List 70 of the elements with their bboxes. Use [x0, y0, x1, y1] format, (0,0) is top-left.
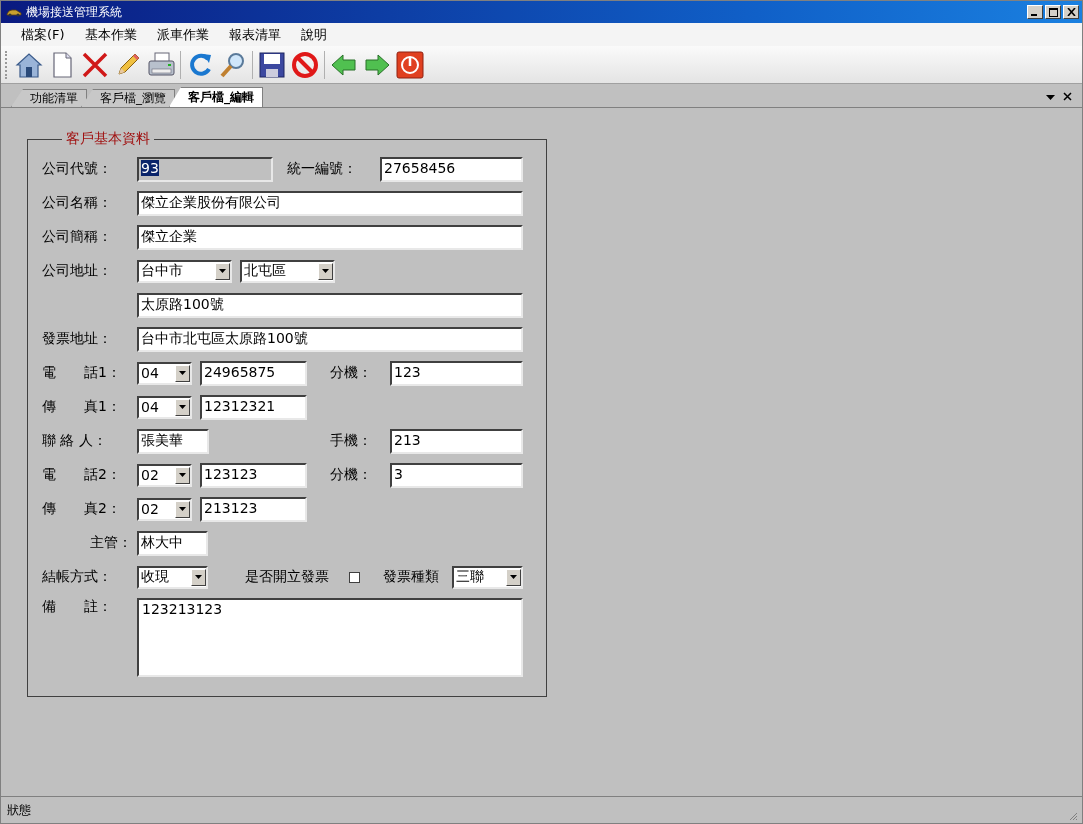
text-field[interactable]: 太原路100號: [137, 292, 523, 318]
text-field[interactable]: 123123: [200, 462, 307, 488]
tab[interactable]: 客戶檔_編輯: [169, 87, 263, 107]
text-field[interactable]: 123: [390, 360, 523, 386]
field-label: 公司簡稱：: [42, 228, 113, 246]
field-label: 公司地址：: [42, 262, 113, 280]
dropdown[interactable]: 台中市: [137, 259, 232, 283]
dropdown-arrow-icon[interactable]: [179, 371, 186, 375]
dropdown-arrow-icon[interactable]: [219, 269, 226, 273]
status-text: 狀態: [7, 801, 31, 819]
dropdown[interactable]: 04: [137, 395, 192, 419]
menu-item[interactable]: 報表清單: [218, 23, 291, 46]
dropdown-arrow-icon[interactable]: [195, 575, 202, 579]
tab[interactable]: 客戶檔_瀏覽: [81, 89, 175, 107]
menu-item[interactable]: 派車作業: [146, 23, 219, 46]
dropdown-arrow-icon[interactable]: [1046, 95, 1055, 101]
dropdown[interactable]: 收現: [137, 565, 208, 589]
dropdown[interactable]: 04: [137, 361, 192, 385]
menu-item[interactable]: 說明: [290, 23, 337, 46]
close-icon[interactable]: [1063, 92, 1072, 101]
save-icon[interactable]: [257, 49, 287, 80]
tab[interactable]: 功能清單: [11, 89, 87, 107]
power-icon[interactable]: [395, 49, 425, 80]
text-field[interactable]: 24965875: [200, 360, 307, 386]
dropdown[interactable]: 02: [137, 463, 192, 487]
text-field[interactable]: 傑立企業: [137, 224, 523, 250]
field-label: 備 註：: [42, 598, 113, 616]
text-field[interactable]: 張美華: [137, 428, 209, 454]
dropdown-arrow-icon[interactable]: [179, 473, 186, 477]
field-label: 傳 真1：: [42, 398, 122, 416]
dropdown[interactable]: 北屯區: [240, 259, 335, 283]
dropdown-arrow-icon[interactable]: [179, 405, 186, 409]
field-label: 電 話1：: [42, 364, 122, 382]
checkbox[interactable]: [349, 571, 360, 583]
field-label: 主管：: [89, 534, 132, 552]
text-field[interactable]: 傑立企業股份有限公司: [137, 190, 523, 216]
field-label: 公司名稱：: [42, 194, 113, 212]
field-label: 聯 絡 人：: [42, 432, 108, 450]
window-title: 機場接送管理系統: [26, 3, 123, 21]
car-icon: [6, 7, 22, 17]
text-field[interactable]: 12312321: [200, 394, 307, 420]
field-label: 統一編號：: [287, 160, 358, 178]
field-label: 結帳方式：: [42, 568, 113, 586]
text-field[interactable]: 27658456: [380, 156, 523, 182]
field-label: 分機：: [330, 466, 373, 484]
minimize-button[interactable]: [1027, 5, 1043, 19]
notes-field[interactable]: 123213123: [137, 598, 523, 677]
field-label: 公司代號：: [42, 160, 113, 178]
dropdown[interactable]: 三聯: [452, 565, 523, 589]
dropdown-arrow-icon[interactable]: [179, 507, 186, 511]
field-label: 傳 真2：: [42, 500, 122, 518]
no-entry-icon[interactable]: [290, 49, 320, 80]
field-label: 發票地址：: [42, 330, 113, 348]
text-field[interactable]: 林大中: [137, 530, 208, 556]
text-field[interactable]: 213: [390, 428, 523, 454]
dropdown-arrow-icon[interactable]: [510, 575, 517, 579]
dropdown-arrow-icon[interactable]: [322, 269, 329, 273]
field-label: 發票種類: [383, 568, 440, 586]
text-field[interactable]: 3: [390, 462, 523, 488]
field-label: 電 話2：: [42, 466, 122, 484]
field-label: 手機：: [330, 432, 373, 450]
field-label: 是否開立發票: [245, 568, 330, 586]
menu-item[interactable]: 檔案(F): [11, 23, 75, 46]
dropdown[interactable]: 02: [137, 497, 192, 521]
resize-grip-icon[interactable]: [1068, 811, 1078, 821]
text-field[interactable]: 213123: [200, 496, 307, 522]
group-title: 客戶基本資料: [65, 130, 151, 148]
field-label: 分機：: [330, 364, 373, 382]
text-field[interactable]: 台中市北屯區太原路100號: [137, 326, 523, 352]
menu-item[interactable]: 基本作業: [74, 23, 147, 46]
